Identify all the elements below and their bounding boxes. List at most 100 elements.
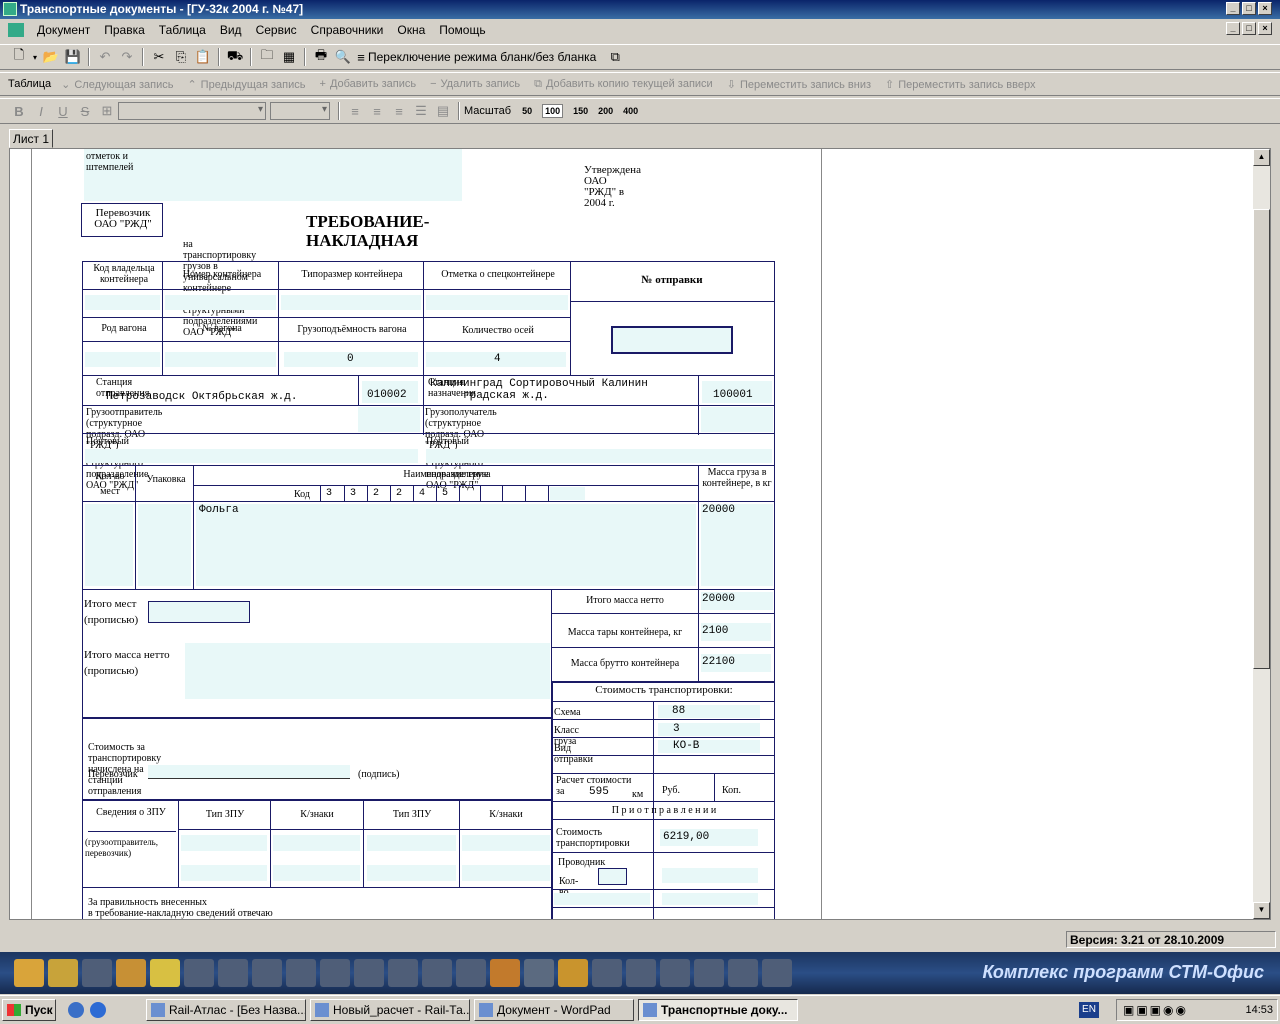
launcher-icon-3[interactable] (82, 959, 112, 987)
border-icon[interactable]: ⊞ (96, 101, 118, 121)
cargo-mass-field[interactable] (701, 504, 773, 586)
wrap-icon[interactable]: ▤ (432, 101, 454, 121)
mdi-close-button[interactable]: × (1258, 22, 1272, 35)
launcher-icon-18[interactable] (592, 959, 622, 987)
wagon-icon[interactable]: ⛟ (224, 47, 246, 67)
align-left-icon[interactable]: ≡ (344, 101, 366, 121)
export-icon[interactable]: ▦ (278, 47, 300, 67)
code-extra-field[interactable] (550, 487, 585, 500)
valign-icon[interactable]: ☰ (410, 101, 432, 121)
align-right-icon[interactable]: ≡ (388, 101, 410, 121)
container-size-field[interactable] (281, 295, 421, 310)
redo-icon[interactable]: ↷ (116, 47, 138, 67)
prev-record-button[interactable]: ⌃ Предыдущая запись (187, 78, 305, 91)
maximize-button[interactable]: □ (1242, 2, 1256, 15)
owner-code-field[interactable] (85, 295, 160, 310)
zpu-marks2-field-1[interactable] (462, 835, 550, 851)
launcher-icon-8[interactable] (252, 959, 282, 987)
dep-station-value[interactable]: Петрозаводск Октябрьская ж.д. (106, 391, 297, 403)
menu-help[interactable]: Помощь (432, 23, 492, 37)
menu-view[interactable]: Вид (213, 23, 249, 37)
form-mode-extra-icon[interactable]: ⧉ (604, 47, 626, 67)
places-field[interactable] (85, 504, 133, 586)
copy-record-button[interactable]: ⧉ Добавить копию текущей записи (534, 78, 713, 91)
new-document-icon[interactable]: 🗋 (8, 47, 30, 67)
minimize-button[interactable]: _ (1226, 2, 1240, 15)
italic-icon[interactable]: I (30, 101, 52, 121)
launcher-icon-11[interactable] (354, 959, 384, 987)
postal-consignee-field[interactable] (426, 449, 772, 463)
copy-icon[interactable]: ⎘ (170, 47, 192, 67)
code-digit-3[interactable]: 2 (373, 488, 379, 499)
open-folder-icon[interactable]: 📂 (40, 47, 62, 67)
launcher-icon-14[interactable] (456, 959, 486, 987)
container-no-field[interactable] (165, 295, 276, 310)
launcher-icon-22[interactable] (728, 959, 758, 987)
font-name-select[interactable] (118, 102, 266, 120)
task-rail-atlas[interactable]: Rail-Атлас - [Без Назва... (146, 999, 306, 1021)
vertical-scrollbar[interactable]: ▲ ▼ (1253, 149, 1270, 919)
special-container-field[interactable] (426, 295, 568, 310)
launcher-icon-19[interactable] (626, 959, 656, 987)
language-indicator[interactable]: EN (1079, 1002, 1099, 1018)
launcher-icon-16[interactable] (524, 959, 554, 987)
align-center-icon[interactable]: ≡ (366, 101, 388, 121)
launcher-icon-17[interactable] (558, 959, 588, 987)
add-record-button[interactable]: + Добавить запись (320, 78, 417, 90)
undo-icon[interactable]: ↶ (94, 47, 116, 67)
zpu-type1-field-1[interactable] (181, 835, 267, 851)
close-button[interactable]: × (1258, 2, 1272, 15)
launcher-icon-6[interactable] (184, 959, 214, 987)
save-icon[interactable]: 💾 (62, 47, 84, 67)
zpu-marks2-field-2[interactable] (462, 865, 550, 881)
launcher-icon-2[interactable] (48, 959, 78, 987)
shipper-code-field[interactable] (358, 407, 420, 432)
total-net-words-field[interactable] (185, 643, 550, 699)
cut-icon[interactable]: ✂ (148, 47, 170, 67)
zpu-type1-field-2[interactable] (181, 865, 267, 881)
tab-sheet-1[interactable]: Лист 1 (9, 129, 53, 148)
scroll-up-icon[interactable]: ▲ (1253, 149, 1270, 166)
cost-extra-field-2[interactable] (662, 893, 758, 905)
scroll-thumb[interactable] (1253, 209, 1270, 669)
start-button[interactable]: Пуск (2, 999, 56, 1021)
menu-document[interactable]: Документ (30, 23, 97, 37)
escort-cost-field[interactable] (662, 868, 758, 883)
menu-references[interactable]: Справочники (304, 23, 391, 37)
zpu-marks1-field-2[interactable] (273, 865, 360, 881)
zpu-type2-field-1[interactable] (367, 835, 456, 851)
code-digit-2[interactable]: 3 (350, 488, 356, 499)
task-wordpad[interactable]: Документ - WordPad (474, 999, 634, 1021)
mdi-restore-button[interactable]: □ (1242, 22, 1256, 35)
launcher-icon-21[interactable] (694, 959, 724, 987)
print-preview-icon[interactable]: 🔍 (332, 47, 354, 67)
mdi-minimize-button[interactable]: _ (1226, 22, 1240, 35)
zoom-50[interactable]: 50 (522, 106, 532, 116)
postal-shipper-field[interactable] (85, 449, 418, 463)
stamp-field[interactable] (84, 149, 462, 201)
launcher-icon-1[interactable] (14, 959, 44, 987)
folder-icon[interactable]: 🗀 (256, 47, 278, 67)
zoom-100[interactable]: 100 (542, 104, 564, 118)
pack-field[interactable] (138, 504, 191, 586)
delete-record-button[interactable]: − Удалить запись (430, 78, 520, 90)
quicklaunch-icon[interactable] (90, 1002, 106, 1018)
zoom-400[interactable]: 400 (623, 106, 638, 116)
launcher-icon-5[interactable] (150, 959, 180, 987)
consignee-code-field[interactable] (701, 407, 773, 432)
form-mode-toggle[interactable]: Переключение режима бланк/без бланка (368, 50, 596, 64)
strikethrough-icon[interactable]: S (74, 101, 96, 121)
underline-icon[interactable]: U (52, 101, 74, 121)
launcher-icon-9[interactable] (286, 959, 316, 987)
launcher-icon-20[interactable] (660, 959, 690, 987)
next-record-button[interactable]: ⌄ Следующая запись (61, 78, 173, 91)
wagon-type-field[interactable] (85, 352, 160, 367)
launcher-icon-10[interactable] (320, 959, 350, 987)
code-digit-6[interactable]: 5 (442, 488, 448, 499)
launcher-icon-23[interactable] (762, 959, 792, 987)
ie-icon[interactable] (68, 1002, 84, 1018)
code-digit-4[interactable]: 2 (396, 488, 402, 499)
launcher-icon-15[interactable] (490, 959, 520, 987)
scroll-down-icon[interactable]: ▼ (1253, 902, 1270, 919)
zpu-type2-field-2[interactable] (367, 865, 456, 881)
